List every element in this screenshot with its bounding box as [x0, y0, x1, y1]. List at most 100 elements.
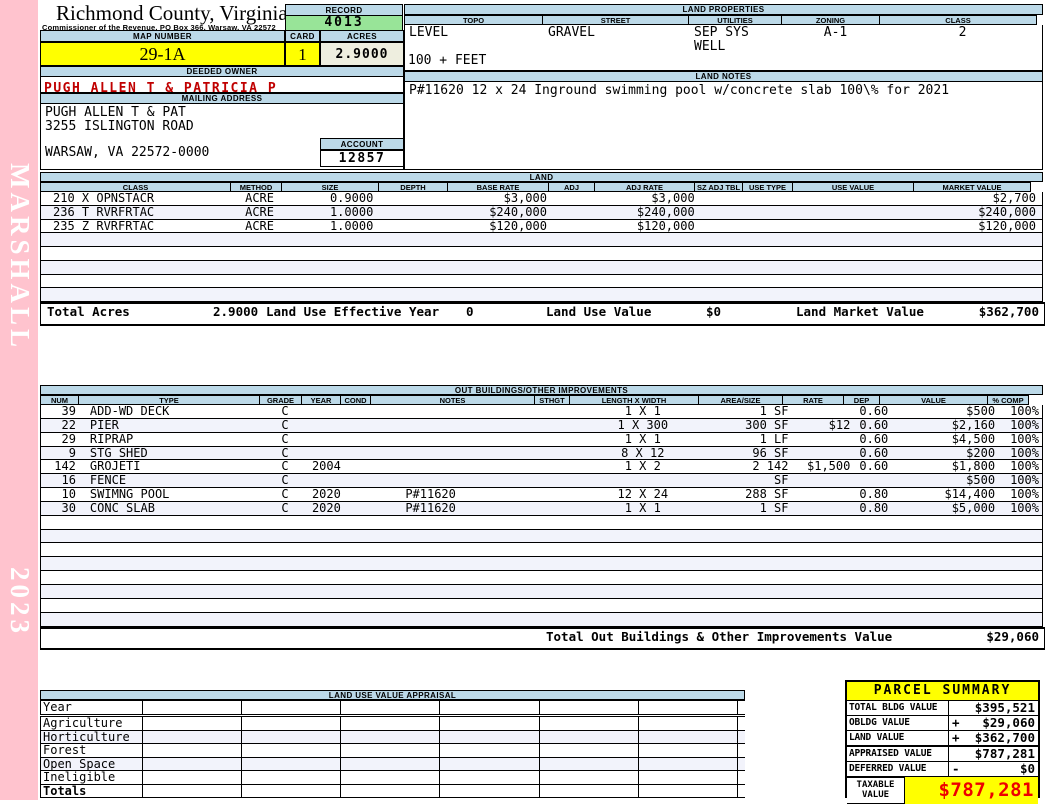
land-table-cell-depth	[383, 261, 453, 274]
land-use-appraisal-row-label: Ineligible	[41, 771, 143, 784]
out-buildings-cell-notes: P#11620	[405, 488, 456, 501]
out-buildings-cell-type: STG SHED	[89, 446, 148, 460]
out-buildings-cell-comp: 100%	[1010, 432, 1039, 446]
parcel-summary-value: $395,521	[974, 701, 1035, 715]
out-buildings-row: 16 FENCE C SF $500 100%	[41, 474, 1042, 489]
land-properties-column-header: CLASS	[880, 15, 1037, 25]
land-use-appraisal-row: Year	[41, 701, 745, 715]
out-buildings-row: 10 SWIMNG POOL C 2020 P#11620 12 X 24 288 SF 0.…	[41, 488, 1042, 502]
out-buildings-cell-rate	[792, 474, 854, 487]
out-buildings-header-row: NUM TYPE GRADE YEAR COND NOTES STHGT LENGTH X W…	[40, 395, 1029, 405]
out-buildings-cell-year: 2004	[311, 460, 341, 474]
land-market-value: $362,700	[978, 304, 1039, 319]
out-buildings-row	[41, 598, 1042, 613]
out-buildings-cell-area	[708, 571, 793, 584]
deeded-owner-value: PUGH ALLEN T & PATRICIA P	[44, 81, 278, 93]
out-buildings-cell-cond	[346, 516, 377, 529]
land-table-cell-size: 1.0000	[329, 219, 374, 233]
land-use-appraisal-cell	[143, 757, 242, 770]
land-table-row: 210 X OPNSTACR ACRE 0.9000 $3,000 $3,000 $2,7…	[41, 192, 1042, 206]
land-table-cell-adj_rate	[602, 275, 703, 288]
out-buildings-row: 29 RIPRAP C 1 X 1 1 LF 0.60 $4,500 100%	[41, 432, 1042, 447]
out-buildings-cell-rate	[792, 502, 854, 515]
land-use-appraisal-cell	[440, 757, 540, 770]
out-buildings-cell-type: ADD-WD DECK	[89, 405, 170, 418]
land-table-row	[41, 247, 1042, 261]
land-market-value-label: Land Market Value	[796, 304, 924, 319]
land-table-cell-class	[41, 261, 234, 274]
land-use-appraisal-cell	[540, 730, 639, 743]
land-use-appraisal-cell	[341, 757, 440, 770]
land-column-header: USE VALUE	[793, 182, 914, 192]
out-buildings-cell-sthgt	[542, 571, 578, 584]
parcel-summary-row-label: DEFERRED VALUE	[847, 762, 949, 776]
out-buildings-cell-cond	[346, 460, 377, 473]
land-column-header: ADJ	[549, 182, 595, 192]
land-column-header: MARKET VALUE	[914, 182, 1031, 192]
land-table-cell-adj_rate: $3,000	[651, 192, 695, 205]
land-use-appraisal-body: Agriculture Horticulture Forest Open Space I…	[40, 716, 745, 798]
parcel-summary-row: APPRAISED VALUE $787,281	[847, 746, 1038, 762]
land-use-appraisal-title: LAND USE VALUE APPRAISAL	[40, 690, 745, 700]
land-use-appraisal-row: Forest	[41, 744, 745, 758]
land-table-cell-market_value: $2,700	[992, 192, 1036, 205]
out-buildings-cell-dep: 0.60	[859, 446, 889, 460]
land-table-cell-depth	[383, 233, 453, 246]
out-buildings-cell-sthgt	[542, 530, 578, 543]
land-table-cell-method	[234, 288, 286, 301]
land-table-cell-class	[41, 275, 234, 288]
out-buildings-cell-year	[306, 516, 346, 529]
parcel-summary-row: TOTAL BLDG VALUE $395,521	[847, 701, 1038, 716]
out-buildings-cell-grade: C	[281, 432, 289, 446]
out-buildings-cell-comp	[1000, 585, 1042, 598]
out-buildings-cell-dep	[854, 557, 891, 570]
out-buildings-cell-rate	[792, 516, 854, 529]
out-buildings-cell-year	[306, 599, 346, 612]
out-buildings-column-header: GRADE	[260, 395, 302, 405]
land-table-cell-use_value	[802, 206, 924, 219]
out-buildings-cell-rate	[792, 405, 854, 418]
land-use-appraisal-row: Horticulture	[41, 730, 745, 744]
land-table-cell-adj	[555, 261, 602, 274]
parcel-summary-operator: -	[952, 762, 960, 776]
land-table-row	[41, 288, 1042, 302]
parcel-summary-row: LAND VALUE + $362,700	[847, 731, 1038, 746]
out-buildings-column-header: NUM	[40, 395, 79, 405]
out-buildings-row: 142 GROJETI C 2004 1 X 2 2 142 $1,500 0.60 $1,80…	[41, 460, 1042, 475]
out-buildings-cell-grade	[264, 543, 307, 556]
out-buildings-cell-sthgt	[542, 502, 578, 515]
out-buildings-cell-notes	[377, 543, 542, 556]
out-buildings-row	[41, 529, 1042, 544]
land-use-appraisal-cell	[440, 717, 540, 730]
card-label: CARD	[285, 30, 320, 42]
out-buildings-cell-type	[82, 543, 264, 556]
land-table-cell-size	[286, 261, 384, 274]
out-buildings-cell-num	[41, 516, 82, 529]
map-number-label: MAP NUMBER	[40, 30, 285, 42]
land-column-header: DEPTH	[379, 182, 448, 192]
land-table-cell-base_rate	[453, 261, 555, 274]
land-use-appraisal-cell	[341, 744, 440, 757]
out-buildings-cell-lxw: 1 X 1	[624, 501, 661, 515]
out-buildings-cell-year	[306, 543, 346, 556]
total-acres-value: 2.9000	[213, 304, 259, 319]
land-table-cell-sz_adj_tbl	[703, 275, 752, 288]
out-buildings-cell-sthgt	[542, 474, 578, 487]
parcel-summary-operator: +	[952, 731, 960, 745]
land-use-appraisal-cell	[440, 730, 540, 743]
land-table-header-row: CLASS METHOD SIZE DEPTH BASE RATE ADJ ADJ RATE…	[40, 182, 1031, 192]
land-use-appraisal-cell	[242, 744, 341, 757]
land-table-row: 236 T RVRFRTAC ACRE 1.0000 $240,000 $240,000…	[41, 205, 1042, 220]
out-buildings-cell-lxw: 1 X 1	[624, 405, 661, 418]
land-use-appraisal-cell	[143, 701, 242, 714]
land-use-appraisal-cell	[242, 771, 341, 784]
land-table-cell-adj	[555, 233, 602, 246]
out-buildings-cell-num: 29	[61, 432, 76, 446]
parcel-summary-row: DEFERRED VALUE - $0	[847, 762, 1038, 777]
out-buildings-cell-sthgt	[542, 613, 578, 626]
frontage-value: 100 + FEET	[408, 53, 487, 68]
mailing-address-label: MAILING ADDRESS	[40, 93, 404, 104]
out-buildings-cell-area	[708, 557, 793, 570]
out-buildings-cell-sthgt	[542, 585, 578, 598]
out-buildings-total-row: Total Out Buildings & Other Improvements…	[40, 627, 1045, 650]
